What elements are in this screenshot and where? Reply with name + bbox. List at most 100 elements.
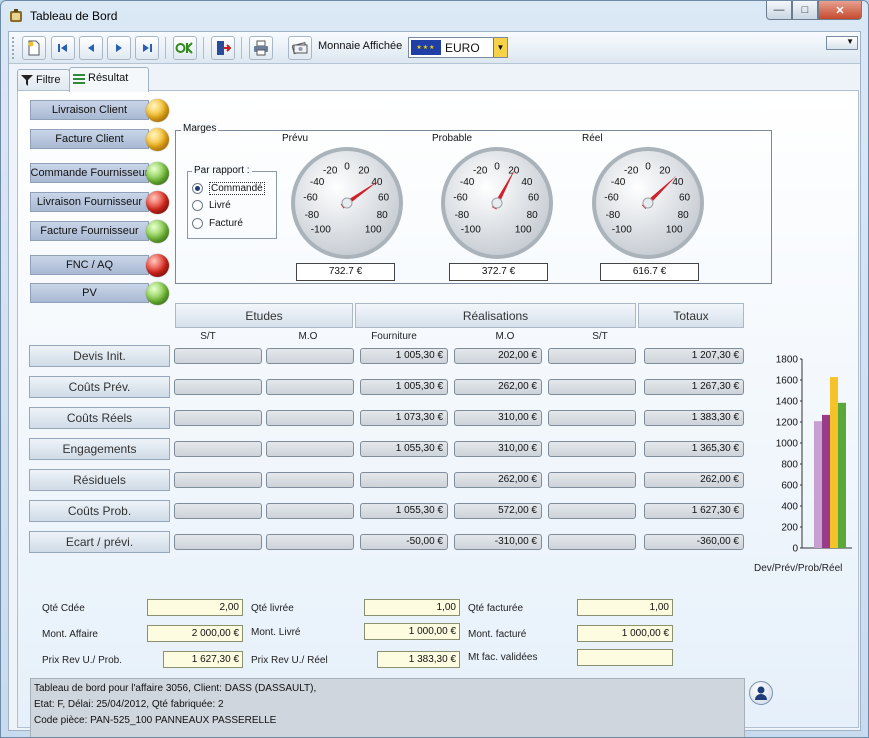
radio-commande[interactable]: Commandé (192, 182, 265, 195)
table-cell (266, 503, 354, 519)
y-tick-label: 200 (781, 523, 798, 534)
group-header-totaux: Totaux (638, 303, 744, 328)
minimize-icon: — (773, 4, 785, 16)
row-button[interactable]: Coûts Réels (29, 407, 170, 429)
new-button[interactable] (22, 36, 46, 60)
gauge-scale-label: -100 (461, 225, 481, 236)
currency-select[interactable]: ★★★ EURO ▼ (408, 37, 508, 58)
facture-fournisseur-button[interactable]: Facture Fournisseur (30, 221, 149, 241)
col-header-mo: M.O (298, 331, 318, 342)
row-button[interactable]: Résiduels (29, 469, 170, 491)
gauge-scale-label: 60 (528, 193, 540, 204)
info-line: Etat: F, Délai: 25/04/2012, Qté fabriqué… (34, 699, 224, 710)
qte-livree-value: 1,00 (364, 599, 460, 616)
exit-button[interactable] (211, 36, 235, 60)
prix-reel-label: Prix Rev U./ Réel (251, 655, 328, 666)
user-button[interactable] (749, 681, 773, 705)
print-button[interactable] (249, 36, 273, 60)
prix-prob-value: 1 627,30 € (163, 651, 243, 668)
app-icon (10, 9, 22, 22)
radio-dot (192, 218, 203, 229)
col-header-st: S/T (200, 331, 216, 342)
table-cell (548, 441, 636, 457)
y-tick-label: 1000 (776, 439, 799, 450)
table-cell (174, 472, 262, 488)
radio-label: Livré (209, 200, 231, 211)
row-button[interactable]: Devis Init. (29, 345, 170, 367)
qte-facturee-label: Qté facturée (468, 603, 524, 614)
toolbar-options-button[interactable]: ▼ (826, 36, 858, 50)
row-button[interactable]: Coûts Prob. (29, 500, 170, 522)
next-record-button[interactable] (107, 36, 131, 60)
gauge-scale-label: 0 (344, 162, 350, 173)
summary-bar-chart: 0 200 400 600 800 1000 1200 1400 1600 1800 (776, 355, 852, 554)
gauge-scale-label: 0 (645, 162, 651, 173)
facture-client-button[interactable]: Facture Client (30, 129, 149, 149)
status-button-label: PV (82, 287, 97, 299)
toolbar-grip[interactable] (12, 37, 16, 59)
tab-resultat[interactable]: Résultat (69, 67, 149, 92)
tab-filtre[interactable]: Filtre (17, 69, 70, 91)
gauge-scale-label: -40 (460, 177, 475, 188)
last-record-button[interactable] (135, 36, 159, 60)
table-cell (266, 379, 354, 395)
row-button[interactable]: Coûts Prév. (29, 376, 170, 398)
title-bar[interactable]: Tableau de Bord — □ ✕ (1, 1, 868, 31)
minimize-button[interactable]: — (766, 1, 792, 20)
livraison-fournisseur-button[interactable]: Livraison Fournisseur (30, 192, 149, 212)
table-cell: 1 365,30 € (644, 441, 744, 457)
gauge-scale-label: -40 (611, 177, 626, 188)
previous-record-button[interactable] (79, 36, 103, 60)
currency-button[interactable] (288, 36, 312, 60)
gauge-scale-label: 60 (679, 193, 691, 204)
gauge-scale-label: -20 (473, 166, 488, 177)
bar-prév (822, 414, 830, 548)
table-cell: 262,00 € (454, 379, 542, 395)
radio-facture[interactable]: Facturé (192, 218, 243, 229)
table-cell: -360,00 € (644, 534, 744, 550)
fnc-aq-button[interactable]: FNC / AQ (30, 255, 149, 275)
user-icon (755, 686, 767, 700)
table-cell (548, 379, 636, 395)
toolbar-separator (165, 37, 166, 59)
row-button[interactable]: Engagements (29, 438, 170, 460)
table-cell (174, 534, 262, 550)
qte-cdee-label: Qté Cdée (42, 603, 85, 614)
maximize-icon: □ (801, 4, 809, 16)
close-button[interactable]: ✕ (818, 1, 862, 20)
row-button[interactable]: Ecart / prévi. (29, 531, 170, 553)
y-tick-label: 400 (781, 502, 798, 513)
table-cell: 572,00 € (454, 503, 542, 519)
radio-label: Commandé (209, 182, 265, 195)
first-record-button[interactable] (51, 36, 75, 60)
maximize-button[interactable]: □ (792, 1, 818, 20)
info-line: Code pièce: PAN-525_100 PANNEAUX PASSERE… (34, 715, 277, 726)
mont-affaire-label: Mont. Affaire (42, 629, 98, 640)
gauge-scale-label: -100 (612, 225, 632, 236)
qte-facturee-value: 1,00 (577, 599, 673, 616)
pv-button[interactable]: PV (30, 283, 149, 303)
commande-fournisseur-button[interactable]: Commande Fournisseur (30, 163, 149, 183)
window-controls: — □ ✕ (766, 1, 862, 21)
ok-button[interactable] (173, 36, 197, 60)
livraison-client-button[interactable]: Livraison Client (30, 100, 149, 120)
chevron-down-icon[interactable]: ▼ (493, 38, 507, 57)
table-cell: -50,00 € (360, 534, 448, 550)
prix-reel-value: 1 383,30 € (377, 651, 460, 668)
gauge-prevu: -100 -80 -60 -40-20 0 2040 60 80 100 (291, 147, 403, 259)
table-cell (548, 503, 636, 519)
ok-icon (175, 42, 193, 54)
mt-fac-value (577, 649, 673, 666)
status-led-green (146, 220, 169, 243)
table-cell: 310,00 € (454, 410, 542, 426)
table-cell: -310,00 € (454, 534, 542, 550)
y-tick-label: 1600 (776, 376, 799, 387)
table-cell (548, 348, 636, 364)
radio-livre[interactable]: Livré (192, 200, 231, 211)
gauge-label-prevu: Prévu (282, 133, 309, 144)
gauge-hub (341, 197, 353, 209)
list-icon (73, 74, 85, 84)
radio-dot (192, 183, 203, 194)
gauge-scale-label: 80 (527, 210, 539, 221)
y-tick-label: 1400 (776, 397, 799, 408)
